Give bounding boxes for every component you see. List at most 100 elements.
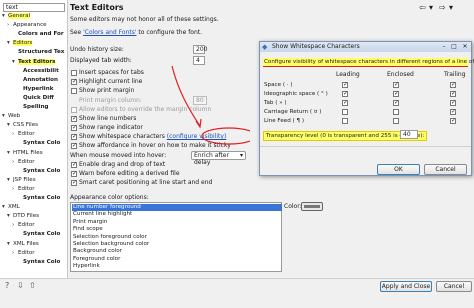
option-label: Enable drag and drop of text	[79, 161, 166, 168]
tree-item[interactable]: › Editor	[12, 185, 35, 193]
apply-and-close-button[interactable]: Apply and Close	[380, 281, 432, 292]
color-picker-button[interactable]	[301, 202, 323, 211]
tree-item[interactable]: ▾ HTML Files	[7, 149, 43, 157]
whitespace-checkbox[interactable]	[342, 118, 348, 124]
tree-item-label: Web	[8, 113, 21, 120]
tree-item-label: Syntax Colo	[23, 231, 61, 238]
tree-item[interactable]: Syntax Colo	[17, 139, 60, 147]
whitespace-row-label: Ideographic space ( ° )	[264, 91, 328, 97]
dialog-description: Configure visibility of whitespace chara…	[263, 58, 474, 67]
tree-item[interactable]: Hyperlink	[17, 85, 53, 93]
color-option-item[interactable]: Selection background color	[72, 241, 149, 248]
whitespace-checkbox[interactable]	[342, 109, 348, 115]
color-option-item[interactable]: Current line highlight	[72, 211, 132, 218]
tree-item-label: CSS Files	[13, 122, 39, 129]
tree-item[interactable]: › Editor	[12, 221, 35, 229]
transparency-input[interactable]: 40	[400, 130, 418, 139]
annotation-overlay	[171, 65, 250, 145]
whitespace-checkbox[interactable]	[450, 90, 456, 97]
option-checkbox[interactable]	[71, 161, 77, 168]
tree-item-label: XML Files	[13, 240, 39, 247]
tree-item-label: JSP Files	[13, 176, 36, 183]
menu-chevron-icon[interactable]: ▾	[429, 3, 433, 13]
tree-item[interactable]: Syntax Colo	[17, 194, 60, 202]
tree-item[interactable]: › Appearance	[7, 21, 47, 29]
color-option-item[interactable]: Foreground color	[72, 256, 120, 263]
minimize-icon[interactable]: –	[439, 43, 449, 51]
tree-item[interactable]: Annotation	[17, 76, 58, 84]
color-option-item[interactable]: Selection foreground color	[72, 234, 147, 241]
tree-item-label: HTML Files	[13, 149, 43, 156]
color-options-list[interactable]: Line number foreground Current line highl…	[70, 202, 282, 272]
import-icon[interactable]: ⇩	[17, 281, 24, 291]
dialog-divider	[260, 146, 471, 147]
whitespace-checkbox[interactable]	[450, 108, 456, 115]
view-menu-icon[interactable]: ▾	[449, 3, 453, 13]
whitespace-checkbox[interactable]	[393, 90, 399, 97]
tree-item[interactable]: ▾ DTD Files	[7, 212, 39, 220]
tree-item[interactable]: Structured Tex	[12, 48, 64, 56]
tree-item[interactable]: ▾ Web	[2, 112, 20, 120]
dialog-cancel-button[interactable]: Cancel	[424, 164, 467, 175]
color-option-item[interactable]: Hyperlink	[72, 263, 100, 270]
tree-item-label: DTD Files	[13, 213, 40, 220]
tree-item[interactable]: Colors and For	[12, 30, 64, 38]
tree-item-label: Editor	[18, 185, 35, 192]
tree-item[interactable]: ▾ General	[2, 12, 31, 20]
preferences-tree-panel: text ▾ General › Appearance Colors and For ▾ E…	[0, 0, 68, 278]
whitespace-checkbox[interactable]	[342, 81, 348, 88]
back-icon[interactable]: ⇦	[419, 3, 426, 13]
ok-button[interactable]: OK	[377, 164, 420, 175]
whitespace-checkbox[interactable]	[393, 99, 399, 106]
tree-item-label: Annotation	[23, 76, 59, 83]
tree-item[interactable]: ▾ CSS Files	[7, 121, 38, 129]
column-header: Trailing	[444, 71, 466, 78]
color-option-item[interactable]: Print margin	[72, 219, 107, 226]
tree-item-label: Syntax Colo	[23, 195, 61, 201]
close-icon[interactable]: ✕	[460, 43, 470, 51]
column-header: Enclosed	[387, 71, 414, 78]
option-checkbox[interactable]	[71, 179, 77, 186]
option-checkbox[interactable]	[71, 170, 77, 177]
whitespace-checkbox[interactable]	[393, 118, 399, 124]
tree-item-label: Structured Tex	[18, 49, 65, 56]
tree-item[interactable]: Spelling	[17, 103, 49, 111]
forward-icon[interactable]: ⇨	[439, 3, 446, 13]
whitespace-row-label: Carriage Return ( ¤ )	[264, 109, 322, 115]
whitespace-checkbox[interactable]	[450, 117, 456, 124]
tree-item[interactable]: ▾ XML	[2, 203, 20, 211]
tree-item-label: Spelling	[23, 104, 49, 110]
whitespace-checkbox[interactable]	[393, 109, 399, 115]
tree-item-label: Syntax Colo	[23, 258, 61, 265]
app-icon: ◆	[262, 43, 268, 51]
tree-item[interactable]: Quick Diff	[17, 94, 54, 102]
cancel-button[interactable]: Cancel	[436, 281, 472, 292]
whitespace-checkbox[interactable]	[450, 81, 456, 88]
whitespace-checkbox[interactable]	[450, 99, 456, 106]
tree-item[interactable]: Syntax Colo	[17, 258, 60, 266]
tree-item[interactable]: ▾ Text Editors	[12, 58, 56, 66]
color-option-item[interactable]: Find scope	[72, 226, 103, 233]
color-option-item[interactable]: Background color	[72, 248, 122, 255]
whitespace-checkbox[interactable]	[393, 81, 399, 88]
tree-item[interactable]: ▾ JSP Files	[7, 176, 36, 184]
color-option-item[interactable]: Line number foreground	[72, 204, 282, 211]
tree-item-label: Accessibilit	[23, 67, 59, 74]
tree-item-label: Editor	[18, 131, 35, 138]
whitespace-row-label: Tab ( » )	[264, 100, 287, 106]
tree-item[interactable]: Syntax Colo	[17, 230, 60, 238]
maximize-icon[interactable]: □	[449, 43, 459, 51]
whitespace-checkbox[interactable]	[342, 90, 348, 97]
tree-item-label: Quick Diff	[23, 94, 54, 101]
tree-item[interactable]: Accessibilit	[17, 67, 59, 75]
tree-item[interactable]: › Editor	[12, 130, 35, 138]
filter-input[interactable]: text	[3, 3, 65, 12]
whitespace-checkbox[interactable]	[342, 99, 348, 106]
help-icon[interactable]: ?	[5, 281, 9, 291]
export-icon[interactable]: ⇧	[29, 281, 36, 291]
tree-item[interactable]: Syntax Colo	[17, 167, 60, 175]
tree-item[interactable]: › Editor	[12, 158, 35, 166]
tree-item[interactable]: › Editor	[12, 249, 35, 257]
tree-item[interactable]: ▾ XML Files	[7, 240, 39, 248]
tree-item[interactable]: ▾ Editors	[7, 39, 33, 47]
